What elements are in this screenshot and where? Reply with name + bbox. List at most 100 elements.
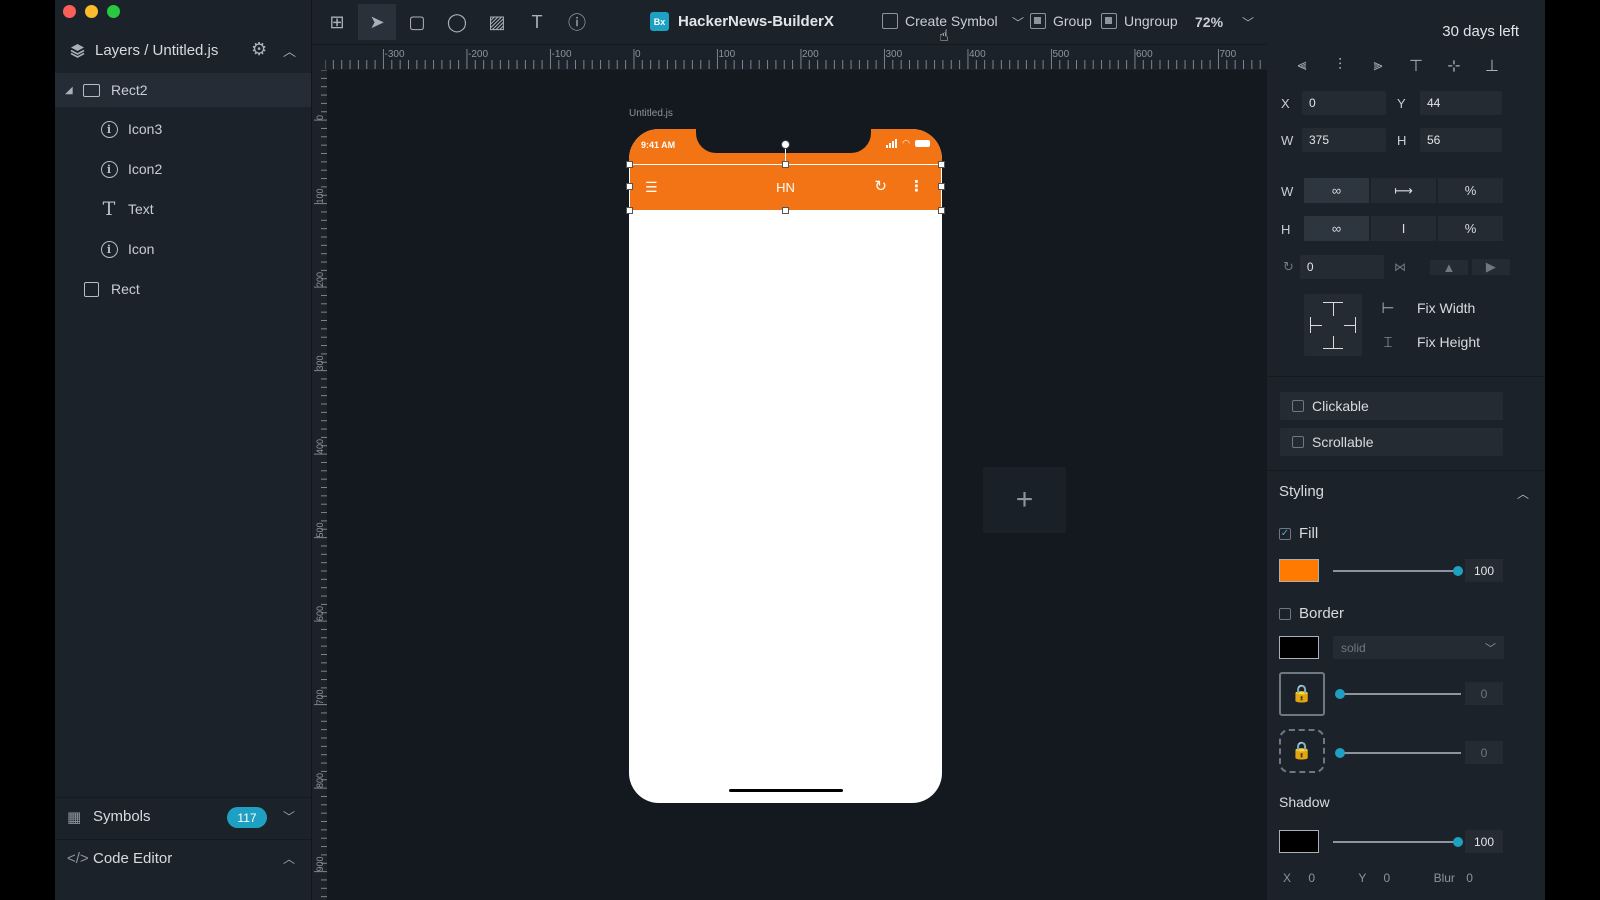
resize-handle-nw[interactable] (626, 161, 633, 168)
create-symbol-dropdown-icon[interactable]: ﹀ (1012, 14, 1024, 31)
close-window-button[interactable] (63, 5, 76, 18)
select-tool-icon[interactable]: ➤ (358, 4, 396, 40)
height-fixed-icon[interactable]: I (1371, 216, 1436, 241)
rotation-handle[interactable] (781, 140, 790, 149)
checkbox-icon (1279, 607, 1291, 620)
settings-gear-icon[interactable]: ⚙ (251, 39, 267, 60)
resize-handle-sw[interactable] (626, 207, 633, 214)
height-percent-option[interactable]: % (1438, 216, 1503, 241)
border-width-input[interactable]: 0 (1465, 682, 1503, 705)
border-radius-lock-icon[interactable]: 🔒 (1279, 729, 1325, 773)
fill-toggle[interactable]: ✓ Fill (1279, 525, 1318, 542)
shadow-opacity-slider[interactable] (1333, 841, 1457, 843)
width-mode-toggle: ∞ ⟼ % (1304, 178, 1505, 203)
shadow-opacity-input[interactable]: 100 (1465, 830, 1503, 853)
refresh-icon[interactable]: ↻ (874, 177, 887, 195)
align-top-icon[interactable]: ⊤ (1397, 55, 1435, 77)
ellipse-tool-icon[interactable]: ◯ (438, 4, 476, 40)
fill-opacity-input[interactable]: 100 (1465, 559, 1503, 582)
fill-opacity-knob[interactable] (1453, 566, 1463, 576)
border-color-swatch[interactable] (1279, 636, 1319, 659)
add-artboard-button[interactable]: + (983, 467, 1066, 533)
shadow-blur-input[interactable]: 0 (1466, 871, 1473, 885)
styling-header[interactable]: Styling (1279, 483, 1324, 500)
fill-color-swatch[interactable] (1279, 559, 1319, 582)
width-input[interactable]: 375 (1302, 128, 1386, 152)
navbar-title: HN (776, 180, 795, 195)
resize-handle-n[interactable] (782, 161, 789, 168)
top-toolbar: ⊞ ➤ ▢ ◯ ▨ T ⓘ Bx HackerNews-BuilderX Cre… (312, 0, 1267, 44)
shadow-opacity-knob[interactable] (1453, 837, 1463, 847)
border-width-slider[interactable] (1337, 693, 1461, 695)
resize-handle-se[interactable] (938, 207, 945, 214)
ruler-label: 600 (315, 606, 325, 621)
chevron-up-icon[interactable]: ︿ (1517, 485, 1529, 502)
image-tool-icon[interactable]: ▨ (478, 4, 516, 40)
resize-handle-e[interactable] (938, 183, 945, 190)
height-input[interactable]: 56 (1420, 128, 1502, 152)
shadow-color-swatch[interactable] (1279, 830, 1319, 853)
x-input[interactable]: 0 (1302, 91, 1386, 115)
fill-opacity-slider[interactable] (1333, 570, 1457, 572)
text-tool-icon[interactable]: T (518, 4, 556, 40)
layer-row-icon3[interactable]: i Icon3 (55, 112, 311, 146)
align-center-horizontal-icon[interactable]: ⫶ (1321, 55, 1359, 77)
height-auto-option[interactable]: ∞ (1304, 216, 1369, 241)
chevron-down-icon[interactable]: ﹀ (283, 808, 295, 825)
ungroup-button[interactable]: Ungroup (1101, 13, 1178, 29)
layer-row-icon[interactable]: i Icon (55, 232, 311, 266)
shadow-x-input[interactable]: 0 (1308, 871, 1315, 885)
border-radius-knob[interactable] (1335, 748, 1345, 758)
resize-handle-s[interactable] (782, 207, 789, 214)
rectangle-tool-icon[interactable]: ▢ (398, 4, 436, 40)
maximize-window-button[interactable] (107, 5, 120, 18)
align-middle-vertical-icon[interactable]: ⊹ (1435, 55, 1473, 77)
align-bottom-icon[interactable]: ⊥ (1473, 55, 1511, 77)
border-width-knob[interactable] (1335, 689, 1345, 699)
clickable-checkbox[interactable]: Clickable (1280, 392, 1503, 420)
align-right-icon[interactable]: ⫸ (1359, 55, 1397, 77)
zoom-dropdown-icon[interactable]: ﹀ (1242, 14, 1254, 31)
border-style-select[interactable]: solid ﹀ (1333, 636, 1504, 659)
code-editor-toggle[interactable]: </> Code Editor ︿ (55, 839, 311, 877)
flip-vertical-icon[interactable]: ▲ (1429, 259, 1468, 275)
checkbox-checked-icon: ✓ (1279, 527, 1291, 540)
symbols-panel-toggle[interactable]: ▦ Symbols 117 ﹀ (55, 797, 311, 835)
artboard-label[interactable]: Untitled.js (629, 108, 673, 119)
resize-handle-w[interactable] (626, 183, 633, 190)
minimize-window-button[interactable] (85, 5, 98, 18)
chevron-up-icon[interactable]: ︿ (283, 850, 295, 867)
fix-height-toggle[interactable]: ⌶ Fix Height (1378, 332, 1480, 352)
shadow-y-input[interactable]: 0 (1384, 871, 1391, 885)
fix-width-toggle[interactable]: ⊢ Fix Width (1378, 298, 1475, 318)
flip-horizontal-icon[interactable]: ▶ (1471, 259, 1510, 275)
group-button[interactable]: Group (1030, 13, 1092, 29)
scrollable-checkbox[interactable]: Scrollable (1280, 428, 1503, 456)
rotation-input[interactable]: 0 (1299, 255, 1384, 279)
layer-row-rect[interactable]: Rect (55, 272, 311, 306)
border-toggle[interactable]: Border (1279, 605, 1344, 622)
scrollable-label: Scrollable (1312, 434, 1374, 450)
width-percent-option[interactable]: % (1438, 178, 1503, 203)
width-fixed-icon[interactable]: ⟼ (1371, 178, 1436, 203)
width-auto-option[interactable]: ∞ (1304, 178, 1369, 203)
constraints-widget[interactable] (1304, 294, 1362, 356)
flip-icon[interactable]: ⋈ (1394, 260, 1406, 274)
add-artboard-tool-icon[interactable]: ⊞ (318, 4, 356, 40)
phone-artboard[interactable]: 9:41 AM ◠ ☰ HN ↻ ⋮ (629, 129, 942, 803)
border-radius-input[interactable]: 0 (1465, 741, 1503, 764)
layer-row-text[interactable]: T Text (55, 192, 311, 226)
border-radius-slider[interactable] (1337, 752, 1461, 754)
expand-caret-icon[interactable]: ◢ (65, 85, 73, 96)
zoom-level[interactable]: 72% (1195, 14, 1223, 30)
layer-row-icon2[interactable]: i Icon2 (55, 152, 311, 186)
collapse-chevron-icon[interactable]: ︿ (283, 41, 296, 60)
border-width-lock-icon[interactable]: 🔒 (1279, 672, 1325, 716)
align-left-icon[interactable]: ⫷ (1283, 55, 1321, 77)
resize-handle-ne[interactable] (938, 161, 945, 168)
icon-tool-icon[interactable]: ⓘ (558, 4, 596, 40)
y-input[interactable]: 44 (1420, 91, 1502, 115)
more-vertical-icon[interactable]: ⋮ (909, 177, 924, 195)
app-navbar[interactable]: ☰ HN ↻ ⋮ (629, 164, 942, 211)
layer-row-rect2[interactable]: ◢ Rect2 (55, 73, 311, 107)
